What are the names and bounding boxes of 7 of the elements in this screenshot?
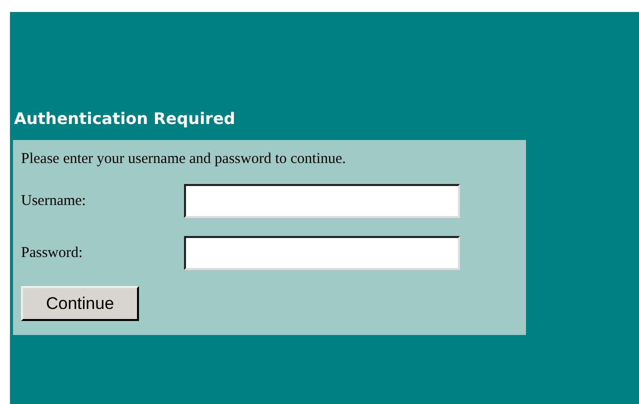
continue-button[interactable]: Continue [21, 286, 139, 321]
instructions-text: Please enter your username and password to continue. [21, 150, 347, 169]
field-label: Username: [21, 192, 87, 210]
input-field[interactable] [184, 184, 460, 218]
input-field[interactable] [184, 236, 460, 270]
page-title: Authentication Required [13, 108, 236, 130]
field-label: Password: [21, 244, 84, 262]
